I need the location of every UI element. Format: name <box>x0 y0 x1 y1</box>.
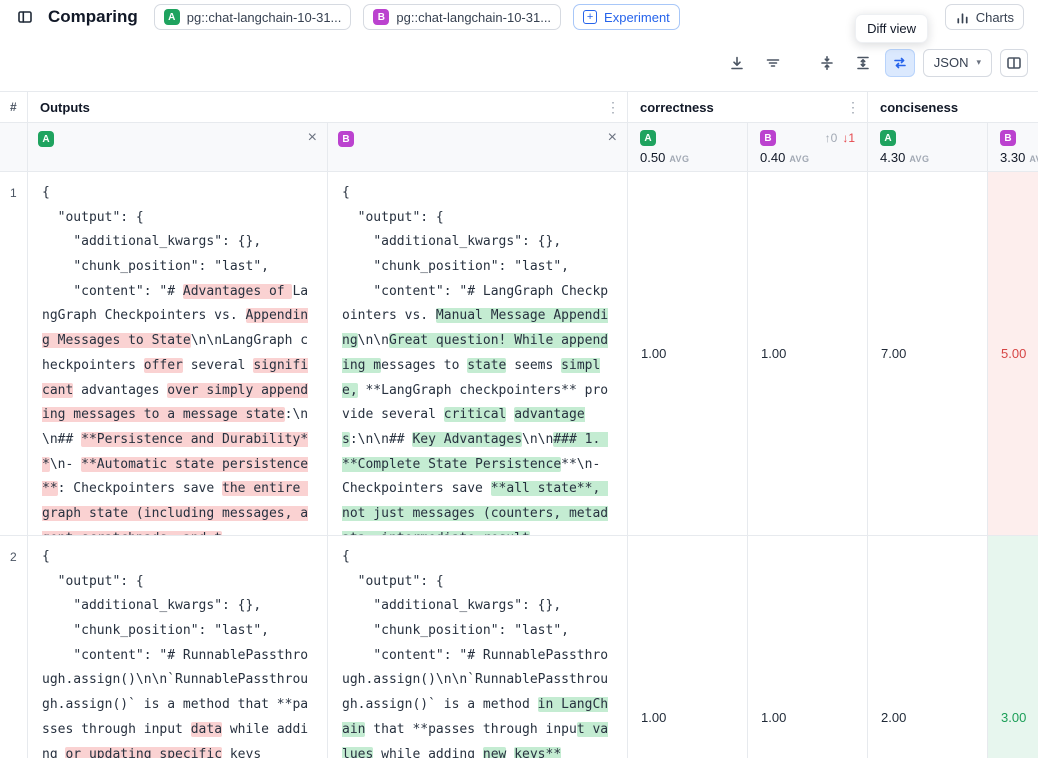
conciseness-header-label: conciseness <box>880 100 958 115</box>
row-height-icon[interactable] <box>849 49 877 77</box>
format-select[interactable]: JSON ▾ <box>923 49 992 77</box>
correctness-a-subheader: A 0.50 AVG <box>628 123 748 172</box>
outputs-column-header: Outputs ⋮ <box>28 92 628 123</box>
comparison-table: # Outputs ⋮ correctness ⋮ conciseness A … <box>0 91 1038 758</box>
close-icon[interactable]: × <box>308 131 317 145</box>
experiment-chip-b[interactable]: B pg::chat-langchain-10-31... <box>363 4 561 30</box>
correctness-header-label: correctness <box>640 100 714 115</box>
conciseness-b-avg: 3.30 <box>1000 150 1025 165</box>
output-cell-a[interactable]: { "output": { "additional_kwargs": {}, "… <box>28 536 328 758</box>
filter-icon[interactable] <box>759 49 787 77</box>
outputs-a-subheader: A × <box>28 123 328 172</box>
avg-label: AVG <box>909 154 929 164</box>
experiment-a-badge: A <box>38 131 54 147</box>
outputs-b-subheader: B × <box>328 123 628 172</box>
collapse-rows-icon[interactable] <box>813 49 841 77</box>
charts-label: Charts <box>976 10 1014 25</box>
table-subheader-row: A × B × A 0.50 AVG B ↑0 ↓1 0.40 AVG <box>0 123 1038 172</box>
table-row: 1 { "output": { "additional_kwargs": {},… <box>0 172 1038 536</box>
outputs-column-menu-icon[interactable]: ⋮ <box>606 100 620 114</box>
download-icon[interactable] <box>723 49 751 77</box>
table-header-row: # Outputs ⋮ correctness ⋮ conciseness <box>0 92 1038 123</box>
conciseness-a-subheader: A 4.30 AVG <box>868 123 988 172</box>
experiment-b-badge: B <box>373 9 389 25</box>
subheader-spacer <box>0 123 28 172</box>
outputs-header-label: Outputs <box>40 100 90 115</box>
add-experiment-label: Experiment <box>604 10 670 25</box>
diff-view-tooltip: Diff view <box>855 14 928 43</box>
output-cell-a[interactable]: { "output": { "additional_kwargs": {}, "… <box>28 172 328 536</box>
row-number: 1 <box>0 172 28 536</box>
correctness-b-avg: 0.40 <box>760 150 785 165</box>
experiment-a-badge: A <box>164 9 180 25</box>
plus-icon: + <box>583 10 597 24</box>
conciseness-cell-b[interactable]: 5.00 <box>988 172 1038 536</box>
page-title: Comparing <box>48 7 138 27</box>
avg-label: AVG <box>1029 154 1038 164</box>
correctness-cell-b[interactable]: 1.00 <box>748 172 868 536</box>
improved-count: ↑0 <box>825 131 838 145</box>
conciseness-a-avg: 4.30 <box>880 150 905 165</box>
row-number-header: # <box>0 92 28 123</box>
chevron-down-icon: ▾ <box>976 57 981 68</box>
experiment-b-label: pg::chat-langchain-10-31... <box>396 10 551 25</box>
regressed-count: ↓1 <box>842 131 855 145</box>
experiments-compare-page: Comparing A pg::chat-langchain-10-31... … <box>0 0 1038 758</box>
conciseness-column-header: conciseness <box>868 92 1038 123</box>
correctness-column-menu-icon[interactable]: ⋮ <box>846 100 860 114</box>
conciseness-cell-a[interactable]: 7.00 <box>868 172 988 536</box>
conciseness-cell-b[interactable]: 3.00 <box>988 536 1038 758</box>
bar-chart-icon <box>955 10 970 25</box>
correctness-a-avg: 0.50 <box>640 150 665 165</box>
conciseness-b-subheader: B 3.30 AVG <box>988 123 1038 172</box>
experiment-b-badge: B <box>760 130 776 146</box>
row-number: 2 <box>0 536 28 758</box>
columns-icon[interactable] <box>1000 49 1028 77</box>
charts-button[interactable]: Charts <box>945 4 1024 30</box>
experiment-chip-a[interactable]: A pg::chat-langchain-10-31... <box>154 4 352 30</box>
experiment-a-badge: A <box>880 130 896 146</box>
regression-indicator: ↑0 ↓1 <box>825 131 855 145</box>
close-icon[interactable]: × <box>608 131 617 145</box>
experiment-a-badge: A <box>640 130 656 146</box>
table-row: 2 { "output": { "additional_kwargs": {},… <box>0 536 1038 758</box>
correctness-b-subheader: B ↑0 ↓1 0.40 AVG <box>748 123 868 172</box>
experiment-a-label: pg::chat-langchain-10-31... <box>187 10 342 25</box>
output-cell-b[interactable]: { "output": { "additional_kwargs": {}, "… <box>328 536 628 758</box>
avg-label: AVG <box>669 154 689 164</box>
conciseness-cell-a[interactable]: 2.00 <box>868 536 988 758</box>
experiment-b-badge: B <box>338 131 354 147</box>
sidebar-toggle-icon[interactable] <box>14 6 36 28</box>
correctness-column-header: correctness ⋮ <box>628 92 868 123</box>
avg-label: AVG <box>789 154 809 164</box>
correctness-cell-a[interactable]: 1.00 <box>628 172 748 536</box>
format-select-value: JSON <box>934 55 969 70</box>
output-cell-b[interactable]: { "output": { "additional_kwargs": {}, "… <box>328 172 628 536</box>
diff-view-toggle-icon[interactable] <box>885 49 915 77</box>
correctness-cell-b[interactable]: 1.00 <box>748 536 868 758</box>
correctness-cell-a[interactable]: 1.00 <box>628 536 748 758</box>
experiment-b-badge: B <box>1000 130 1016 146</box>
add-experiment-button[interactable]: + Experiment <box>573 4 680 30</box>
